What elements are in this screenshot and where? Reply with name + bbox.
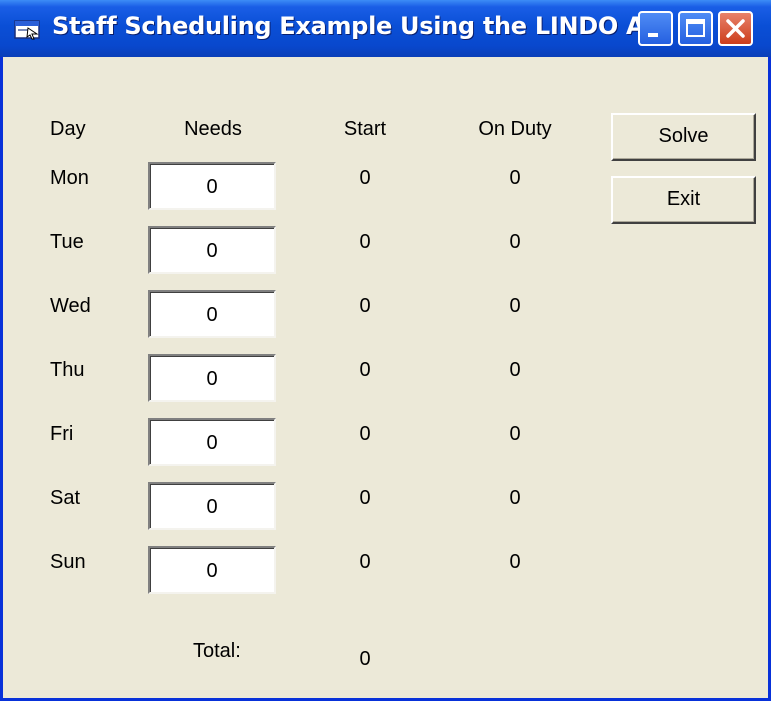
needs-input-wed[interactable]: 0 — [148, 290, 276, 338]
day-label-tue: Tue — [50, 231, 84, 253]
needs-input-sun[interactable]: 0 — [148, 546, 276, 594]
start-value-thu: 0 — [359, 359, 371, 381]
start-value-fri: 0 — [359, 423, 371, 445]
needs-input-thu[interactable]: 0 — [148, 354, 276, 402]
maximize-button[interactable] — [678, 11, 713, 46]
header-needs: Needs — [184, 118, 242, 140]
close-button[interactable] — [718, 11, 753, 46]
on-duty-value-thu: 0 — [509, 359, 521, 381]
needs-input-sat[interactable]: 0 — [148, 482, 276, 530]
on-duty-value-sun: 0 — [509, 551, 521, 573]
start-value-tue: 0 — [359, 231, 371, 253]
total-value: 0 — [359, 648, 371, 670]
day-label-sat: Sat — [50, 487, 81, 509]
day-label-wed: Wed — [50, 295, 91, 317]
header-start: Start — [343, 118, 387, 140]
on-duty-value-sat: 0 — [509, 487, 521, 509]
start-value-sun: 0 — [359, 551, 371, 573]
solve-button[interactable]: Solve — [611, 113, 756, 161]
exit-button[interactable]: Exit — [611, 176, 756, 224]
on-duty-value-mon: 0 — [509, 167, 521, 189]
needs-input-fri[interactable]: 0 — [148, 418, 276, 466]
day-label-thu: Thu — [50, 359, 85, 381]
needs-input-tue[interactable]: 0 — [148, 226, 276, 274]
minimize-icon — [648, 33, 658, 37]
start-value-mon: 0 — [359, 167, 371, 189]
app-window-icon[interactable] — [14, 19, 42, 41]
header-on-duty: On Duty — [478, 118, 552, 140]
close-icon — [726, 19, 745, 38]
header-day: Day — [50, 118, 86, 140]
day-label-fri: Fri — [50, 423, 74, 445]
start-value-sat: 0 — [359, 487, 371, 509]
minimize-button[interactable] — [638, 11, 673, 46]
on-duty-value-fri: 0 — [509, 423, 521, 445]
needs-input-mon[interactable]: 0 — [148, 162, 276, 210]
on-duty-value-tue: 0 — [509, 231, 521, 253]
on-duty-value-wed: 0 — [509, 295, 521, 317]
day-label-mon: Mon — [50, 167, 89, 189]
title-bar[interactable]: Staff Scheduling Example Using the LINDO… — [0, 0, 771, 57]
window-title: Staff Scheduling Example Using the LINDO… — [52, 12, 671, 40]
start-value-wed: 0 — [359, 295, 371, 317]
total-label: Total: — [193, 640, 241, 662]
day-label-sun: Sun — [50, 551, 86, 573]
maximize-icon — [686, 19, 705, 37]
app-window: Staff Scheduling Example Using the LINDO… — [0, 0, 771, 701]
